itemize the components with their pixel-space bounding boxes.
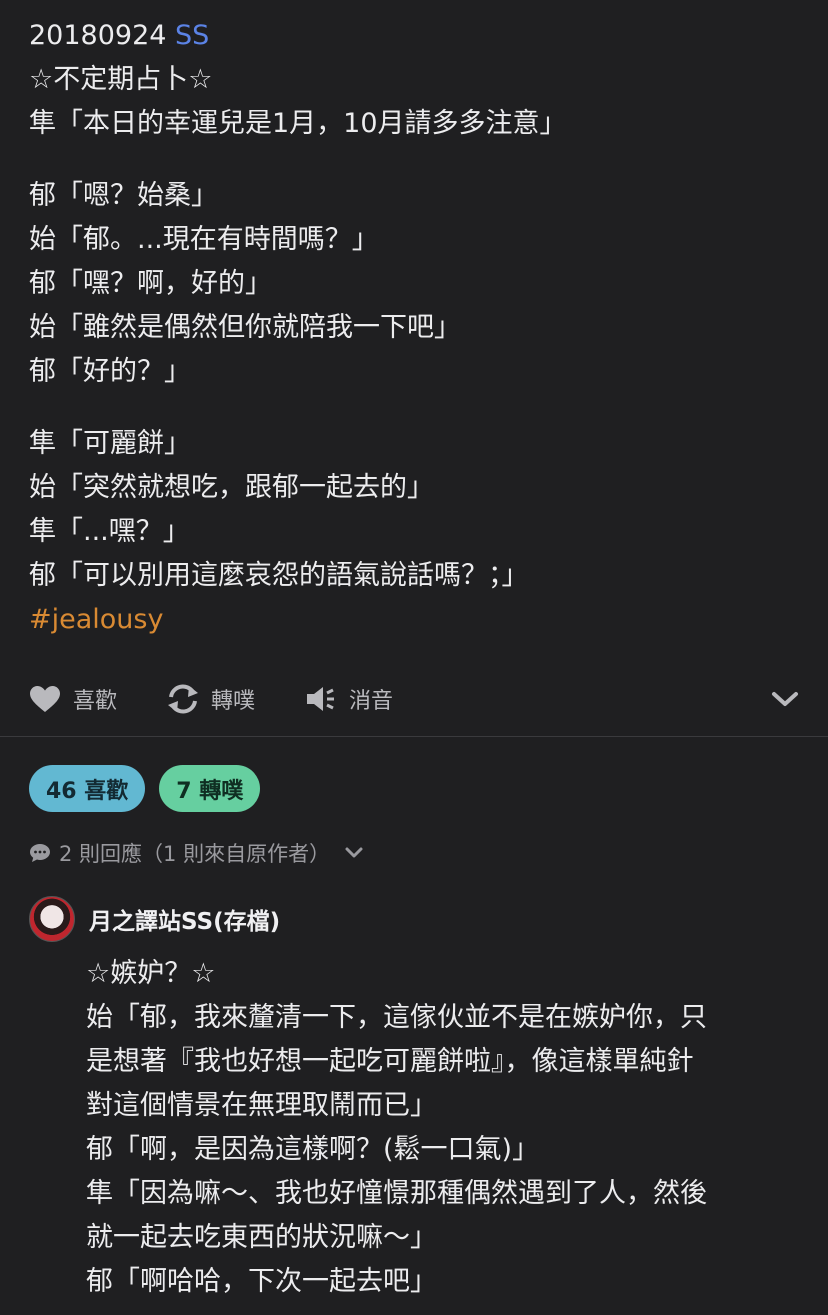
post-line: 郁「嘿？啊，好的」: [29, 268, 272, 299]
chevron-down-icon[interactable]: [771, 690, 799, 708]
post-line: 始「突然就想吃，跟郁一起去的」: [29, 472, 434, 503]
post-line: ☆不定期占卜☆: [29, 64, 213, 95]
responses-summary: 2 則回應（1 則來自原作者）: [59, 842, 331, 866]
post-actions-bar: 喜歡 轉噗 消音: [29, 676, 799, 722]
responses-toggle[interactable]: 2 則回應（1 則來自原作者）: [29, 838, 372, 868]
reply-line: 就一起去吃東西的狀況嘛～」: [86, 1222, 437, 1253]
reply-line: 郁「啊哈哈，下次一起去吧」: [86, 1266, 437, 1297]
post-date: 20180924: [29, 20, 167, 51]
like-button[interactable]: 喜歡: [29, 683, 117, 715]
post-line: 郁「好的？」: [29, 356, 191, 387]
reply-line: ☆嫉妒？☆: [86, 958, 216, 989]
mute-label: 消音: [349, 689, 394, 714]
comment-icon: [30, 844, 50, 862]
replurk-icon: [168, 684, 199, 714]
post-line: 隼「...嘿？」: [29, 516, 190, 547]
post-line: 始「雖然是偶然但你就陪我一下吧」: [29, 312, 461, 343]
stats-row: 46 喜歡 7 轉噗: [29, 765, 274, 812]
reply-line: 是想著『我也好想一起吃可麗餅啦』，像這樣單純針: [86, 1046, 694, 1077]
reply-line: 始「郁，我來釐清一下，這傢伙並不是在嫉妒你，只: [86, 1002, 707, 1033]
likes-count-badge[interactable]: 46 喜歡: [29, 765, 146, 812]
like-label: 喜歡: [73, 689, 118, 714]
post-content: 20180924 SS ☆不定期占卜☆ 隼「本日的幸運兒是1月，10月請多多注意…: [0, 0, 828, 642]
hashtag-link[interactable]: #jealousy: [29, 598, 799, 642]
mute-button[interactable]: 消音: [305, 683, 393, 715]
post-tag[interactable]: SS: [175, 20, 209, 51]
replurk-button[interactable]: 轉噗: [167, 683, 255, 715]
replurks-count-badge[interactable]: 7 轉噗: [159, 765, 261, 812]
post-line: 始「郁。...現在有時間嗎？」: [29, 224, 379, 255]
replurk-label: 轉噗: [211, 689, 256, 714]
reply-author[interactable]: 月之譯站SS(存檔): [89, 902, 280, 936]
post-line: 郁「可以別用這麼哀怨的語氣說話嗎？；」: [29, 560, 529, 591]
heart-icon: [30, 686, 60, 712]
post-line: 隼「本日的幸運兒是1月，10月請多多注意」: [29, 108, 567, 139]
reply-line: 對這個情景在無理取鬧而已」: [86, 1090, 437, 1121]
reply-header: 月之譯站SS(存檔): [29, 896, 799, 942]
reply-content: ☆嫉妒？☆ 始「郁，我來釐清一下，這傢伙並不是在嫉妒你，只 是想著『我也好想一起…: [86, 952, 799, 1304]
chevron-down-icon: [345, 847, 363, 858]
post-line: 郁「嗯？始桑」: [29, 180, 218, 211]
divider: [0, 736, 828, 737]
reply-item: 月之譯站SS(存檔) ☆嫉妒？☆ 始「郁，我來釐清一下，這傢伙並不是在嫉妒你，只…: [29, 896, 799, 1304]
reply-line: 郁「啊，是因為這樣啊？(鬆一口氣)」: [86, 1134, 540, 1165]
post-date-line: 20180924 SS: [29, 14, 799, 58]
post-line: 隼「可麗餅」: [29, 428, 191, 459]
speaker-mute-icon: [307, 687, 335, 711]
reply-line: 隼「因為嘛～、我也好憧憬那種偶然遇到了人，然後: [86, 1178, 707, 1209]
avatar[interactable]: [29, 896, 75, 942]
